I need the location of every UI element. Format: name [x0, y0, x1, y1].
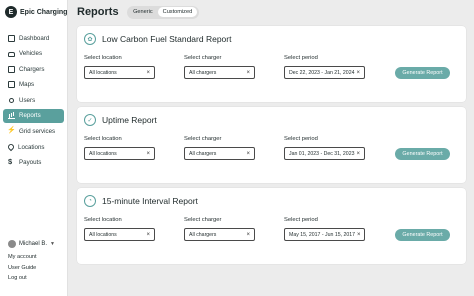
location-icon [6, 142, 16, 152]
sidebar-item-payouts[interactable]: Payouts [3, 156, 64, 170]
location-select[interactable]: All locations × [84, 147, 155, 160]
clear-icon[interactable]: × [146, 232, 150, 238]
bolt-icon [7, 126, 16, 135]
sidebar: E Epic Charging Dashboard Vehicles Charg… [0, 0, 68, 296]
car-icon [8, 51, 15, 57]
sidebar-nav: Dashboard Vehicles Chargers Maps Users R… [3, 31, 64, 171]
charger-label: Select charger [184, 136, 222, 142]
sidebar-item-label: Reports [19, 112, 41, 120]
charger-value: All chargers [189, 231, 217, 238]
period-value: Dec 22, 2023 - Jan 21, 2024 [289, 69, 355, 76]
sidebar-item-reports[interactable]: Reports [3, 108, 64, 123]
generate-report-button[interactable]: Generate Report [395, 148, 450, 160]
brand-name: Epic Charging [20, 8, 68, 16]
charger-label: Select charger [184, 217, 222, 223]
clear-icon[interactable]: × [246, 232, 250, 238]
charger-select[interactable]: All chargers × [184, 228, 255, 241]
report-title: Uptime Report [102, 115, 157, 125]
location-select[interactable]: All locations × [84, 66, 155, 79]
log-out-link[interactable]: Log out [8, 275, 37, 286]
bar-chart-icon [8, 112, 15, 120]
dollar-icon [8, 157, 15, 166]
report-title: Low Carbon Fuel Standard Report [102, 34, 232, 44]
avatar [8, 240, 16, 248]
report-type-toggle: Generic Customized [126, 5, 199, 19]
location-select[interactable]: All locations × [84, 228, 155, 241]
clear-icon[interactable]: × [356, 70, 360, 76]
location-label: Select location [84, 217, 122, 223]
period-picker[interactable]: May 15, 2017 - Jun 15, 2017 × [284, 228, 365, 241]
user-menu[interactable]: Michael B. ▼ [8, 240, 55, 248]
page-title: Reports [77, 6, 119, 18]
clear-icon[interactable]: × [146, 70, 150, 76]
user-name: Michael B. [19, 241, 48, 247]
location-label: Select location [84, 55, 122, 61]
toggle-customized[interactable]: Customized [157, 7, 198, 17]
report-card-interval: ◔ 15-minute Interval Report Select locat… [77, 188, 466, 264]
period-picker[interactable]: Dec 22, 2023 - Jan 21, 2024 × [284, 66, 365, 79]
charger-value: All chargers [189, 150, 217, 157]
account-links: My account User Guide Log out [8, 254, 37, 286]
period-label: Select period [284, 217, 318, 223]
period-label: Select period [284, 55, 318, 61]
brand-logo: E [5, 6, 17, 18]
sidebar-item-label: Chargers [19, 65, 45, 73]
period-value: May 15, 2017 - Jun 15, 2017 [289, 231, 356, 238]
sidebar-item-label: Grid services [19, 128, 56, 136]
user-icon [9, 97, 14, 103]
user-guide-link[interactable]: User Guide [8, 265, 37, 276]
check-icon: ✓ [84, 114, 96, 126]
clear-icon[interactable]: × [246, 151, 250, 157]
location-value: All locations [89, 69, 117, 76]
period-picker[interactable]: Jan 01, 2023 - Dec 31, 2023 × [284, 147, 365, 160]
sidebar-item-maps[interactable]: Maps [3, 78, 64, 92]
toggle-generic[interactable]: Generic [128, 7, 158, 17]
sidebar-item-vehicles[interactable]: Vehicles [3, 47, 64, 61]
chevron-down-icon: ▼ [50, 241, 55, 247]
brand[interactable]: E Epic Charging [5, 5, 67, 19]
charger-value: All chargers [189, 69, 217, 76]
header: Reports Generic Customized [77, 4, 199, 20]
charger-label: Select charger [184, 55, 222, 61]
period-value: Jan 01, 2023 - Dec 31, 2023 [289, 150, 355, 157]
sidebar-item-label: Maps [19, 81, 35, 89]
report-card-lcfs: ✿ Low Carbon Fuel Standard Report Select… [77, 26, 466, 102]
sidebar-item-label: Locations [18, 143, 45, 151]
sidebar-item-label: Users [19, 96, 36, 104]
clear-icon[interactable]: × [246, 70, 250, 76]
sidebar-item-label: Dashboard [19, 34, 50, 42]
sidebar-item-dashboard[interactable]: Dashboard [3, 31, 64, 45]
report-title: 15-minute Interval Report [102, 196, 198, 206]
report-card-uptime: ✓ Uptime Report Select location Select c… [77, 107, 466, 183]
location-label: Select location [84, 136, 122, 142]
sidebar-item-locations[interactable]: Locations [3, 140, 64, 154]
charger-select[interactable]: All chargers × [184, 66, 255, 79]
map-pin-icon [8, 81, 15, 89]
sidebar-item-label: Vehicles [19, 50, 43, 58]
sidebar-item-label: Payouts [19, 159, 42, 167]
location-value: All locations [89, 150, 117, 157]
sidebar-item-users[interactable]: Users [3, 93, 64, 107]
period-label: Select period [284, 136, 318, 142]
my-account-link[interactable]: My account [8, 254, 37, 265]
clear-icon[interactable]: × [356, 151, 360, 157]
location-value: All locations [89, 231, 117, 238]
sidebar-item-grid-services[interactable]: Grid services [3, 125, 64, 139]
clear-icon[interactable]: × [146, 151, 150, 157]
generate-report-button[interactable]: Generate Report [395, 229, 450, 241]
clear-icon[interactable]: × [357, 232, 361, 238]
dashboard-icon [8, 34, 15, 42]
sidebar-item-chargers[interactable]: Chargers [3, 62, 64, 76]
charger-icon [8, 65, 15, 73]
generate-report-button[interactable]: Generate Report [395, 67, 450, 79]
charger-select[interactable]: All chargers × [184, 147, 255, 160]
gauge-icon: ◔ [84, 195, 96, 207]
leaf-icon: ✿ [84, 33, 96, 45]
